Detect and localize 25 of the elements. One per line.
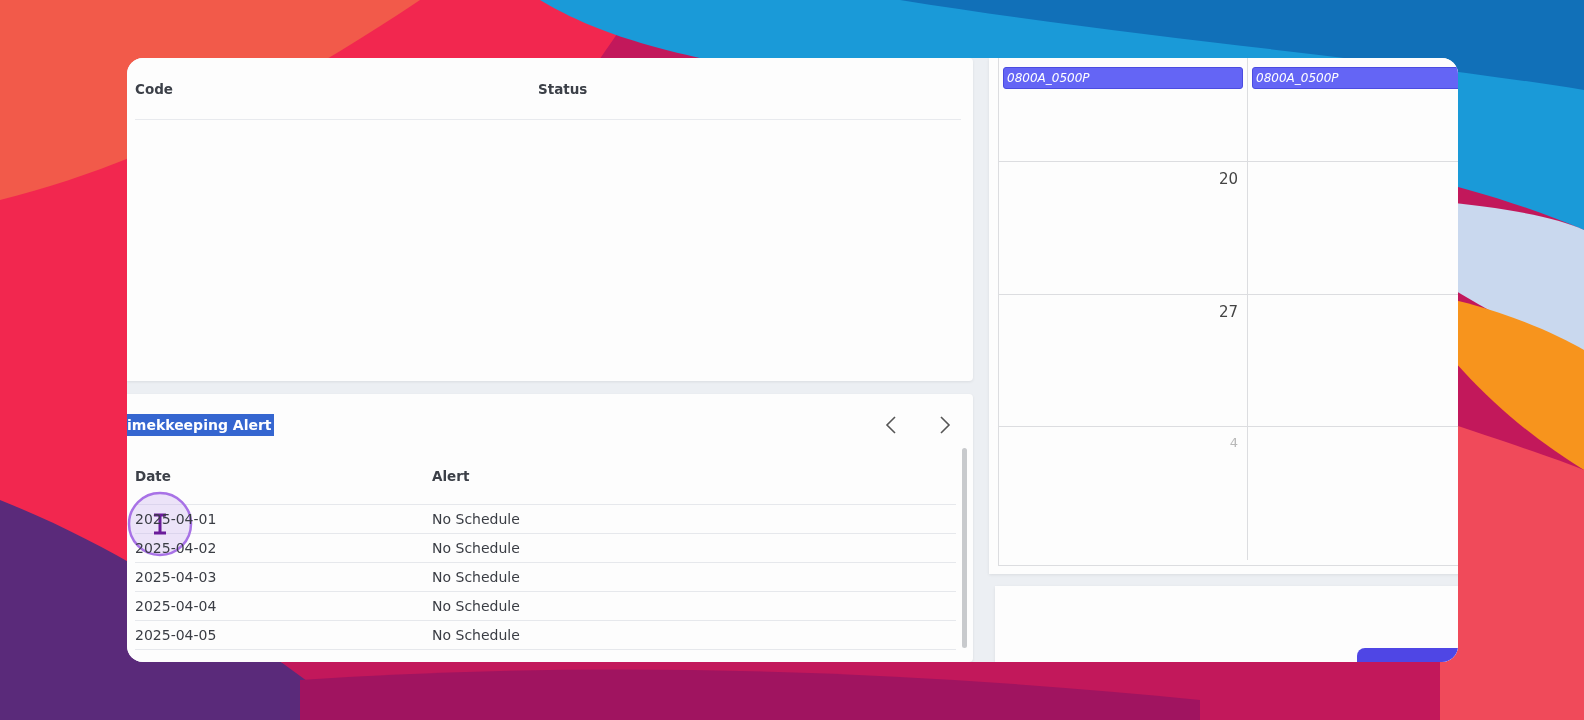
column-header: Alert	[432, 468, 471, 484]
day-number: 20	[1218, 170, 1239, 188]
calendar-day-cell[interactable]: 20	[999, 161, 1248, 294]
table-cell-text: No Schedule	[432, 511, 521, 527]
table-cell-text: No Schedule	[432, 627, 521, 643]
calendar-day-cell[interactable]: 0800A_0500P	[1248, 58, 1458, 161]
table-cell-text: No Schedule	[432, 540, 521, 556]
panel-title: imekkeeping Alert	[127, 414, 274, 436]
day-number: 4	[1229, 435, 1239, 450]
table-cell-text: 2025-04-05	[135, 627, 218, 643]
scrollbar[interactable]	[962, 448, 967, 648]
column-header: Status	[538, 80, 589, 97]
table-cell-text: 2025-04-03	[135, 569, 218, 585]
column-header: Code	[135, 80, 174, 97]
chevron-left-icon	[885, 416, 897, 434]
column-header: Date	[135, 468, 172, 484]
table-cell-text: No Schedule	[432, 598, 521, 614]
table-cell-text: 2025-04-04	[135, 598, 218, 614]
day-number: 27	[1218, 303, 1239, 321]
table-cell-text: No Schedule	[432, 569, 521, 585]
chevron-right-icon	[939, 416, 951, 434]
calendar-day-cell[interactable]: 27	[999, 294, 1248, 426]
shift-event[interactable]: 0800A_0500P	[1252, 67, 1458, 89]
shift-event[interactable]: 0800A_0500P	[1003, 67, 1243, 89]
calendar-day-cell[interactable]: 0800A_0500P	[999, 58, 1248, 161]
